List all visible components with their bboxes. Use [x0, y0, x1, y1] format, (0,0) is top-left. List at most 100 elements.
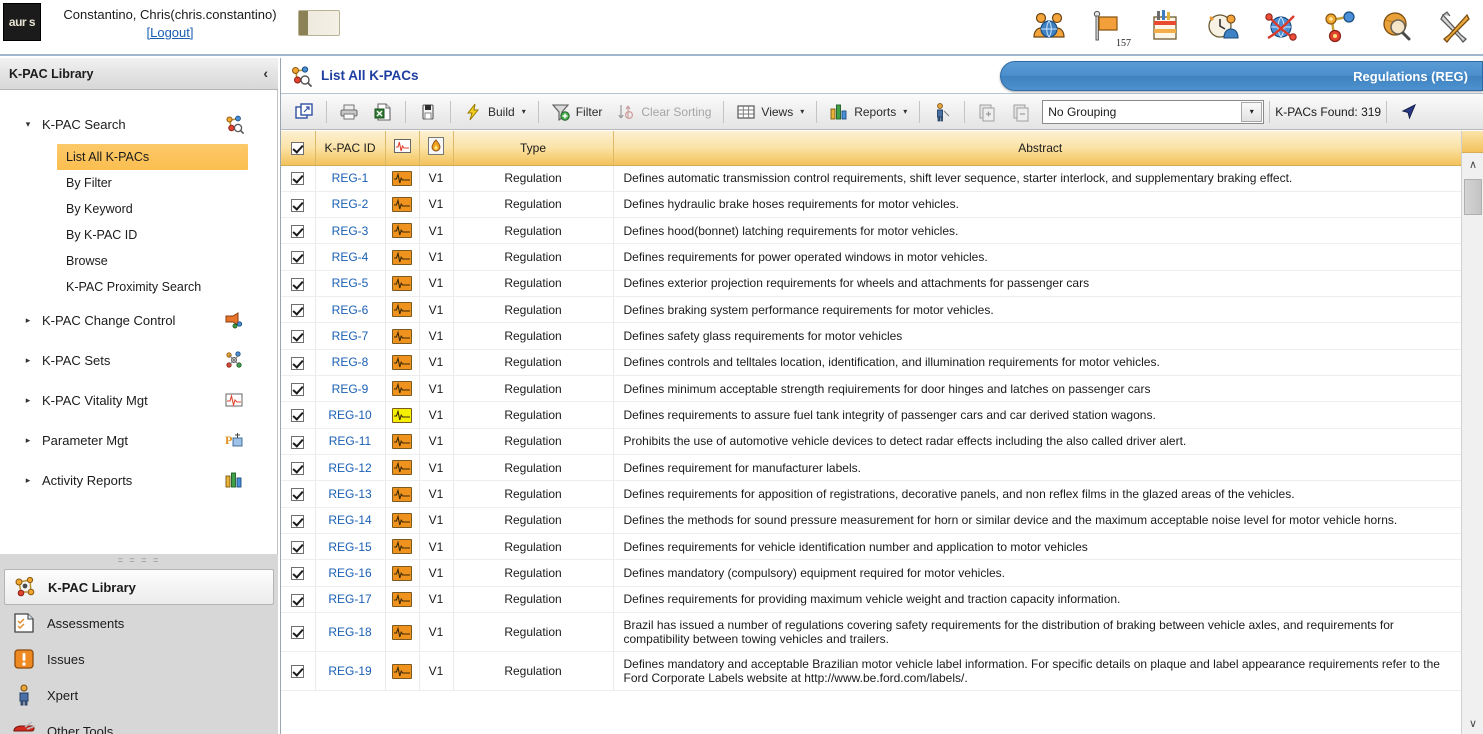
sidebar-group-kpac-search[interactable]: ▾ K-PAC Search: [0, 104, 277, 144]
table-row[interactable]: REG-1 V1 Regulation Defines automatic trans…: [281, 165, 1462, 192]
vitality-indicator-icon[interactable]: [392, 663, 412, 679]
kpac-id-cell[interactable]: REG-9: [315, 375, 386, 403]
sidebar-item-by-kpac-id[interactable]: By K-PAC ID: [0, 222, 277, 248]
kpac-id-cell[interactable]: REG-15: [315, 533, 386, 561]
row-checkbox[interactable]: [291, 409, 305, 423]
kpac-id-cell[interactable]: REG-16: [315, 559, 386, 587]
scroll-up-button[interactable]: ∧: [1462, 153, 1483, 175]
kpac-id-cell[interactable]: REG-13: [315, 480, 386, 508]
vitality-indicator-icon[interactable]: [392, 249, 412, 265]
row-checkbox[interactable]: [291, 356, 305, 370]
vitality-indicator-icon[interactable]: [392, 302, 412, 318]
kpac-id-cell[interactable]: REG-14: [315, 507, 386, 535]
table-row[interactable]: REG-3 V1 Regulation Defines hood(bonnet) la…: [281, 217, 1462, 245]
table-row[interactable]: REG-19 V1 Regulation Defines mandatory and …: [281, 651, 1462, 692]
global-network-icon[interactable]: [1261, 7, 1301, 47]
vitality-indicator-icon[interactable]: [392, 170, 412, 186]
sidebar-group-parameter-mgt[interactable]: ▸ Parameter Mgt P: [0, 420, 277, 460]
vitality-cell[interactable]: [385, 165, 420, 192]
kpac-id-cell[interactable]: REG-8: [315, 349, 386, 377]
row-select-cell[interactable]: [281, 165, 316, 192]
expand-arrow-icon[interactable]: ▸: [22, 355, 34, 365]
kpac-id-link[interactable]: REG-6: [332, 303, 369, 317]
row-checkbox[interactable]: [291, 172, 305, 186]
row-select-cell[interactable]: [281, 322, 316, 350]
vitality-cell[interactable]: [385, 559, 420, 587]
kpac-id-cell[interactable]: REG-19: [315, 651, 386, 692]
kpac-id-link[interactable]: REG-13: [328, 487, 371, 501]
kpac-id-link[interactable]: REG-4: [332, 250, 369, 264]
kpac-id-link[interactable]: REG-2: [332, 197, 369, 211]
context-banner[interactable]: Regulations (REG): [1000, 61, 1483, 91]
sidebar-item-by-keyword[interactable]: By Keyword: [0, 196, 277, 222]
table-row[interactable]: REG-18 V1 Regulation Brazil has issued a nu…: [281, 612, 1462, 653]
kpac-id-link[interactable]: REG-12: [328, 461, 371, 475]
kpac-id-link[interactable]: REG-11: [329, 434, 371, 448]
row-checkbox[interactable]: [291, 303, 305, 317]
grouping-select[interactable]: No Grouping ▾: [1042, 99, 1265, 124]
sidebar-group-activity-reports[interactable]: ▸ Activity Reports: [0, 460, 277, 500]
vitality-indicator-icon[interactable]: [392, 355, 412, 371]
row-select-cell[interactable]: [281, 454, 316, 482]
row-checkbox[interactable]: [291, 382, 305, 396]
table-row[interactable]: REG-9 V1 Regulation Defines minimum accepta…: [281, 375, 1462, 403]
pointer-tool-button[interactable]: [1392, 98, 1426, 126]
table-row[interactable]: REG-2 V1 Regulation Defines hydraulic brake…: [281, 191, 1462, 219]
kpac-id-cell[interactable]: REG-10: [315, 401, 386, 429]
row-select-cell[interactable]: [281, 270, 316, 298]
kpac-id-cell[interactable]: REG-1: [315, 165, 386, 192]
kpac-id-link[interactable]: REG-10: [328, 408, 371, 422]
scrollbar-thumb[interactable]: [1464, 179, 1482, 215]
vitality-cell[interactable]: [385, 191, 420, 219]
save-button[interactable]: [411, 98, 445, 126]
table-row[interactable]: REG-4 V1 Regulation Defines requirements fo…: [281, 243, 1462, 271]
vitality-cell[interactable]: [385, 375, 420, 403]
kpac-id-cell[interactable]: REG-3: [315, 217, 386, 245]
row-select-cell[interactable]: [281, 217, 316, 245]
expand-arrow-icon[interactable]: ▾: [22, 119, 34, 129]
expand-arrow-icon[interactable]: ▸: [22, 475, 34, 485]
table-row[interactable]: REG-12 V1 Regulation Defines requirement fo…: [281, 454, 1462, 482]
table-row[interactable]: REG-11 V1 Regulation Prohibits the use of a…: [281, 428, 1462, 456]
row-checkbox[interactable]: [291, 514, 305, 528]
row-select-cell[interactable]: [281, 533, 316, 561]
row-select-cell[interactable]: [281, 428, 316, 456]
vitality-indicator-icon[interactable]: [392, 565, 412, 581]
vitality-indicator-icon[interactable]: [392, 539, 412, 555]
row-checkbox[interactable]: [291, 277, 305, 291]
row-checkbox[interactable]: [291, 198, 305, 212]
kpac-id-link[interactable]: REG-14: [328, 513, 371, 527]
row-checkbox[interactable]: [291, 567, 305, 581]
vitality-indicator-icon[interactable]: [392, 197, 412, 213]
row-checkbox[interactable]: [291, 461, 305, 475]
vitality-indicator-icon[interactable]: [392, 513, 412, 529]
row-select-cell[interactable]: [281, 507, 316, 535]
row-checkbox[interactable]: [291, 540, 305, 554]
table-row[interactable]: REG-15 V1 Regulation Defines requirements f…: [281, 533, 1462, 561]
vitality-cell[interactable]: [385, 243, 420, 271]
history-user-icon[interactable]: [1203, 7, 1243, 47]
row-select-cell[interactable]: [281, 401, 316, 429]
row-checkbox[interactable]: [291, 593, 305, 607]
vitality-indicator-icon[interactable]: [392, 381, 412, 397]
expand-all-button[interactable]: [970, 98, 1004, 126]
sidebar-item-kpac-proximity-search[interactable]: K-PAC Proximity Search: [0, 274, 277, 300]
filter-button[interactable]: Filter: [544, 98, 610, 126]
row-select-cell[interactable]: [281, 296, 316, 324]
select-all-checkbox[interactable]: [291, 141, 305, 155]
sidebar-splitter-handle[interactable]: = = = =: [0, 554, 278, 566]
row-select-cell[interactable]: [281, 559, 316, 587]
kpac-id-link[interactable]: REG-8: [332, 355, 369, 369]
kpac-id-cell[interactable]: REG-6: [315, 296, 386, 324]
row-checkbox[interactable]: [291, 435, 305, 449]
row-select-cell[interactable]: [281, 349, 316, 377]
kpac-id-cell[interactable]: REG-11: [315, 428, 386, 456]
kpac-id-link[interactable]: REG-5: [332, 276, 369, 290]
vitality-cell[interactable]: [385, 349, 420, 377]
vitality-indicator-icon[interactable]: [392, 328, 412, 344]
sidebar-item-by-filter[interactable]: By Filter: [0, 170, 277, 196]
table-row[interactable]: REG-14 V1 Regulation Defines the methods fo…: [281, 507, 1462, 535]
views-button[interactable]: Views ▾: [729, 98, 811, 126]
kpac-id-cell[interactable]: REG-12: [315, 454, 386, 482]
chevron-down-icon[interactable]: ▾: [903, 107, 907, 116]
